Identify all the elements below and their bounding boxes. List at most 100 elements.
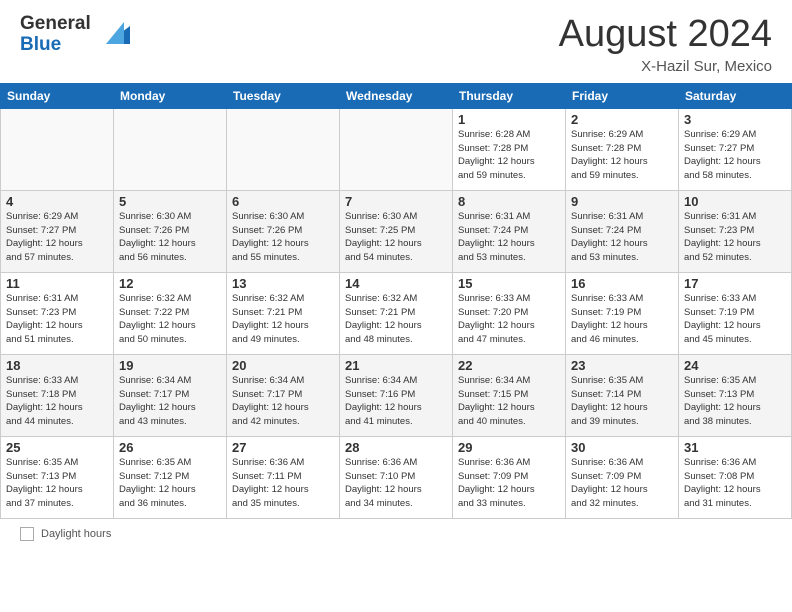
day-info: Sunrise: 6:28 AM Sunset: 7:28 PM Dayligh… [458,128,560,183]
calendar-day-26: 26Sunrise: 6:35 AM Sunset: 7:12 PM Dayli… [114,436,227,518]
day-number: 8 [458,194,560,209]
day-info: Sunrise: 6:33 AM Sunset: 7:18 PM Dayligh… [6,374,108,429]
calendar-day-24: 24Sunrise: 6:35 AM Sunset: 7:13 PM Dayli… [679,354,792,436]
calendar-day-27: 27Sunrise: 6:36 AM Sunset: 7:11 PM Dayli… [227,436,340,518]
calendar-week-0: 1Sunrise: 6:28 AM Sunset: 7:28 PM Daylig… [1,108,792,190]
calendar-day-5: 5Sunrise: 6:30 AM Sunset: 7:26 PM Daylig… [114,190,227,272]
day-number: 31 [684,440,786,455]
calendar-day-2: 2Sunrise: 6:29 AM Sunset: 7:28 PM Daylig… [566,108,679,190]
day-info: Sunrise: 6:34 AM Sunset: 7:17 PM Dayligh… [119,374,221,429]
calendar-day-17: 17Sunrise: 6:33 AM Sunset: 7:19 PM Dayli… [679,272,792,354]
calendar-table: SundayMondayTuesdayWednesdayThursdayFrid… [0,83,792,519]
day-info: Sunrise: 6:36 AM Sunset: 7:09 PM Dayligh… [571,456,673,511]
day-info: Sunrise: 6:34 AM Sunset: 7:16 PM Dayligh… [345,374,447,429]
day-of-week-monday: Monday [114,83,227,108]
day-info: Sunrise: 6:33 AM Sunset: 7:20 PM Dayligh… [458,292,560,347]
day-number: 20 [232,358,334,373]
day-number: 5 [119,194,221,209]
empty-cell [1,108,114,190]
day-number: 15 [458,276,560,291]
calendar-day-8: 8Sunrise: 6:31 AM Sunset: 7:24 PM Daylig… [453,190,566,272]
calendar-week-4: 25Sunrise: 6:35 AM Sunset: 7:13 PM Dayli… [1,436,792,518]
day-info: Sunrise: 6:32 AM Sunset: 7:22 PM Dayligh… [119,292,221,347]
day-number: 28 [345,440,447,455]
day-info: Sunrise: 6:29 AM Sunset: 7:27 PM Dayligh… [6,210,108,265]
day-number: 16 [571,276,673,291]
calendar-day-25: 25Sunrise: 6:35 AM Sunset: 7:13 PM Dayli… [1,436,114,518]
day-number: 3 [684,112,786,127]
day-info: Sunrise: 6:31 AM Sunset: 7:23 PM Dayligh… [684,210,786,265]
empty-cell [227,108,340,190]
calendar-day-10: 10Sunrise: 6:31 AM Sunset: 7:23 PM Dayli… [679,190,792,272]
day-number: 11 [6,276,108,291]
day-info: Sunrise: 6:36 AM Sunset: 7:09 PM Dayligh… [458,456,560,511]
day-info: Sunrise: 6:29 AM Sunset: 7:27 PM Dayligh… [684,128,786,183]
day-number: 17 [684,276,786,291]
day-number: 30 [571,440,673,455]
day-of-week-sunday: Sunday [1,83,114,108]
day-of-week-friday: Friday [566,83,679,108]
day-number: 29 [458,440,560,455]
month-year: August 2024 [559,14,772,56]
day-info: Sunrise: 6:36 AM Sunset: 7:10 PM Dayligh… [345,456,447,511]
day-number: 10 [684,194,786,209]
day-of-week-thursday: Thursday [453,83,566,108]
day-info: Sunrise: 6:31 AM Sunset: 7:24 PM Dayligh… [571,210,673,265]
day-info: Sunrise: 6:30 AM Sunset: 7:26 PM Dayligh… [232,210,334,265]
daylight-label: Daylight hours [41,528,111,540]
footer: Daylight hours [0,522,792,546]
calendar-day-22: 22Sunrise: 6:34 AM Sunset: 7:15 PM Dayli… [453,354,566,436]
day-number: 4 [6,194,108,209]
logo-icon [96,16,130,55]
day-info: Sunrise: 6:34 AM Sunset: 7:17 PM Dayligh… [232,374,334,429]
empty-cell [114,108,227,190]
day-info: Sunrise: 6:34 AM Sunset: 7:15 PM Dayligh… [458,374,560,429]
day-of-week-wednesday: Wednesday [340,83,453,108]
day-number: 21 [345,358,447,373]
day-number: 23 [571,358,673,373]
calendar-day-15: 15Sunrise: 6:33 AM Sunset: 7:20 PM Dayli… [453,272,566,354]
day-info: Sunrise: 6:35 AM Sunset: 7:13 PM Dayligh… [684,374,786,429]
calendar-day-6: 6Sunrise: 6:30 AM Sunset: 7:26 PM Daylig… [227,190,340,272]
calendar-day-16: 16Sunrise: 6:33 AM Sunset: 7:19 PM Dayli… [566,272,679,354]
day-number: 12 [119,276,221,291]
day-info: Sunrise: 6:29 AM Sunset: 7:28 PM Dayligh… [571,128,673,183]
day-number: 25 [6,440,108,455]
day-info: Sunrise: 6:32 AM Sunset: 7:21 PM Dayligh… [232,292,334,347]
day-info: Sunrise: 6:36 AM Sunset: 7:11 PM Dayligh… [232,456,334,511]
day-info: Sunrise: 6:33 AM Sunset: 7:19 PM Dayligh… [571,292,673,347]
day-number: 18 [6,358,108,373]
calendar-day-28: 28Sunrise: 6:36 AM Sunset: 7:10 PM Dayli… [340,436,453,518]
calendar-day-30: 30Sunrise: 6:36 AM Sunset: 7:09 PM Dayli… [566,436,679,518]
calendar-week-3: 18Sunrise: 6:33 AM Sunset: 7:18 PM Dayli… [1,354,792,436]
day-number: 26 [119,440,221,455]
header: General Blue August 2024 X-Hazil Sur, Me… [0,0,792,83]
day-info: Sunrise: 6:35 AM Sunset: 7:14 PM Dayligh… [571,374,673,429]
day-info: Sunrise: 6:33 AM Sunset: 7:19 PM Dayligh… [684,292,786,347]
day-number: 13 [232,276,334,291]
calendar-day-11: 11Sunrise: 6:31 AM Sunset: 7:23 PM Dayli… [1,272,114,354]
calendar-day-20: 20Sunrise: 6:34 AM Sunset: 7:17 PM Dayli… [227,354,340,436]
day-number: 2 [571,112,673,127]
day-info: Sunrise: 6:35 AM Sunset: 7:12 PM Dayligh… [119,456,221,511]
calendar-day-4: 4Sunrise: 6:29 AM Sunset: 7:27 PM Daylig… [1,190,114,272]
calendar-day-9: 9Sunrise: 6:31 AM Sunset: 7:24 PM Daylig… [566,190,679,272]
calendar-day-29: 29Sunrise: 6:36 AM Sunset: 7:09 PM Dayli… [453,436,566,518]
day-number: 27 [232,440,334,455]
calendar-week-1: 4Sunrise: 6:29 AM Sunset: 7:27 PM Daylig… [1,190,792,272]
calendar-day-1: 1Sunrise: 6:28 AM Sunset: 7:28 PM Daylig… [453,108,566,190]
day-number: 1 [458,112,560,127]
calendar-day-19: 19Sunrise: 6:34 AM Sunset: 7:17 PM Dayli… [114,354,227,436]
calendar-header-row: SundayMondayTuesdayWednesdayThursdayFrid… [1,83,792,108]
day-info: Sunrise: 6:36 AM Sunset: 7:08 PM Dayligh… [684,456,786,511]
logo-general: General [20,14,91,35]
calendar-day-14: 14Sunrise: 6:32 AM Sunset: 7:21 PM Dayli… [340,272,453,354]
calendar-day-12: 12Sunrise: 6:32 AM Sunset: 7:22 PM Dayli… [114,272,227,354]
day-of-week-saturday: Saturday [679,83,792,108]
day-number: 24 [684,358,786,373]
calendar-day-7: 7Sunrise: 6:30 AM Sunset: 7:25 PM Daylig… [340,190,453,272]
title-block: August 2024 X-Hazil Sur, Mexico [559,14,772,75]
day-number: 14 [345,276,447,291]
day-info: Sunrise: 6:30 AM Sunset: 7:26 PM Dayligh… [119,210,221,265]
day-of-week-tuesday: Tuesday [227,83,340,108]
